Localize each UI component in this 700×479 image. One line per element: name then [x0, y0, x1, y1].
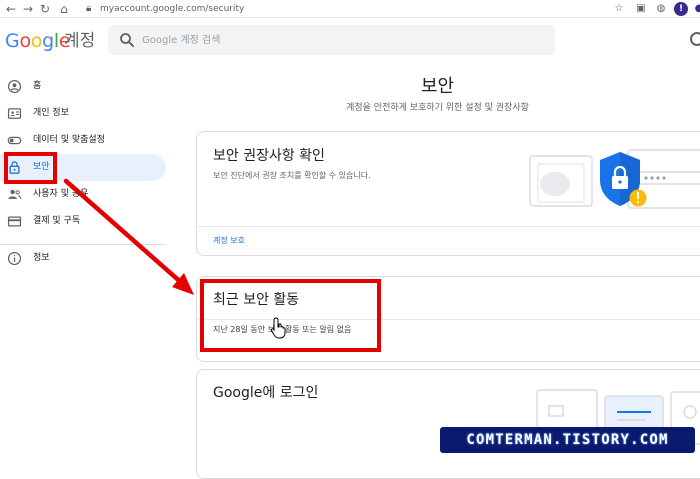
- people-icon: [8, 189, 22, 199]
- search-box[interactable]: [108, 25, 555, 55]
- extension-icon[interactable]: ◍: [654, 2, 668, 16]
- sidebar-item-label: 데이터 및 맞춤설정: [33, 135, 105, 145]
- signing-in-card[interactable]: Google에 로그인: [196, 369, 700, 479]
- browser-toolbar: ← → ↻ ⌂ 🔒︎ myaccount.google.com/security…: [0, 0, 700, 18]
- info-icon: [7, 251, 22, 266]
- sidebar-item-label: 개인 정보: [33, 108, 69, 118]
- home-button[interactable]: ⌂: [56, 1, 72, 17]
- protect-account-link[interactable]: 계정 보호: [213, 235, 245, 247]
- security-checkup-illustration: [529, 149, 700, 209]
- sidebar-item-home[interactable]: 홈: [0, 73, 166, 100]
- sidebar-item-personal-info[interactable]: 개인 정보: [0, 100, 166, 127]
- card-description: 보안 진단에서 권장 조치를 확인할 수 있습니다.: [213, 171, 371, 180]
- page-subtitle: 계정을 안전하게 보호하기 위한 설정 및 권장사항: [346, 103, 529, 113]
- person-circle-icon: [7, 79, 22, 94]
- watermark-logo: COMTERMAN.TISTORY.COM: [440, 427, 695, 453]
- card-title: 보안 권장사항 확인: [213, 148, 325, 164]
- profile-icon[interactable]: !: [674, 2, 688, 16]
- annotation-arrow-icon: [63, 178, 194, 295]
- main-content: 보안 계정을 안전하게 보호하기 위한 설정 및 권장사항 보안 권장사항 확인…: [175, 64, 700, 479]
- sidebar-item-label: 정보: [33, 253, 50, 263]
- card-title: Google에 로그인: [213, 385, 319, 401]
- star-icon[interactable]: ☆: [612, 2, 626, 16]
- logo-suffix: 계정: [64, 31, 96, 51]
- google-logo[interactable]: Google: [5, 30, 71, 52]
- back-button[interactable]: ←: [3, 1, 19, 17]
- search-input[interactable]: [138, 25, 538, 55]
- cast-icon[interactable]: ▣: [634, 2, 648, 16]
- lock-icon: 🔒︎: [86, 3, 92, 14]
- sidebar-item-data-personalization[interactable]: 데이터 및 맞춤설정: [0, 127, 166, 154]
- reload-button[interactable]: ↻: [37, 1, 53, 17]
- search-icon[interactable]: [118, 31, 136, 49]
- toggle-icon: [7, 136, 22, 145]
- page-title: 보안: [420, 76, 455, 97]
- highlight-box-security-menu: [4, 152, 57, 184]
- menu-icon[interactable]: ●: [692, 2, 700, 16]
- security-checkup-card[interactable]: 보안 권장사항 확인 보안 진단에서 권장 조치를 확인할 수 있습니다. 계정…: [196, 131, 700, 256]
- sidebar-item-label: 홈: [33, 81, 42, 91]
- help-icon[interactable]: [690, 32, 700, 46]
- forward-button[interactable]: →: [20, 1, 36, 17]
- highlight-box-recent-activity: [200, 279, 381, 352]
- address-bar[interactable]: myaccount.google.com/security: [100, 2, 244, 16]
- id-card-icon: [7, 108, 22, 119]
- card-divider: [197, 226, 700, 227]
- credit-card-icon: [7, 216, 22, 227]
- app-header: Google 계정: [0, 18, 700, 64]
